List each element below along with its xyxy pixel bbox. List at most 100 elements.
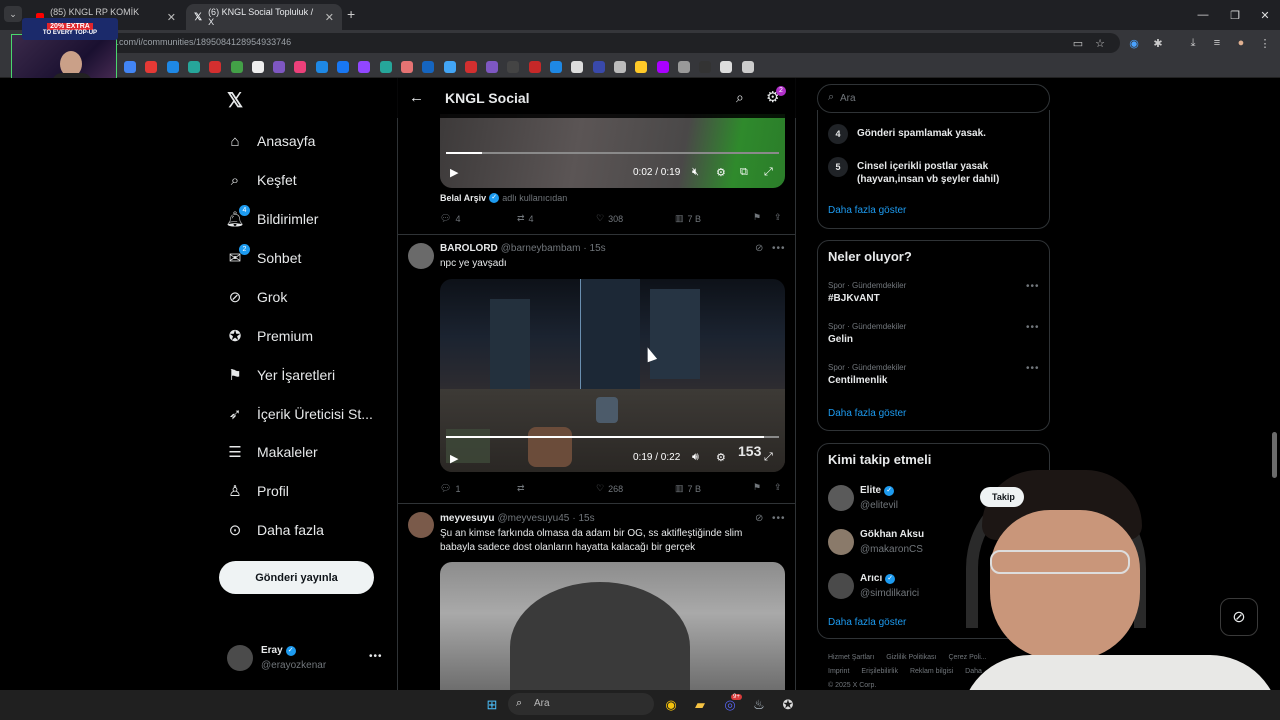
footer-link[interactable]: Imprint — [828, 668, 849, 675]
bookmark-favicon-icon[interactable] — [145, 61, 158, 73]
file-explorer-icon[interactable]: ▰ — [690, 695, 710, 715]
account-switcher[interactable]: Eray ✓ @erayozkenar ••• — [219, 640, 389, 680]
bookmark-favicon-icon[interactable] — [613, 61, 626, 73]
bookmark-favicon-icon[interactable] — [592, 61, 605, 73]
trend-item[interactable]: Spor · Gündemdekiler Gelin ••• — [828, 322, 1040, 354]
bookmark-favicon-icon[interactable] — [358, 61, 371, 73]
tweet-author-name[interactable]: BAROLORD — [440, 243, 498, 254]
extension-vpn-icon[interactable]: ◉ — [1126, 35, 1142, 51]
video-player[interactable]: ▶ 0:19 / 0:22 🔊︎ ⚙ 153 ⤢ — [440, 279, 785, 472]
bookmark-favicon-icon[interactable] — [486, 61, 499, 73]
bookmark-favicon-icon[interactable] — [550, 61, 562, 73]
pip-icon[interactable]: ⧉ — [740, 166, 748, 179]
bookmark-favicon-icon[interactable] — [337, 61, 349, 73]
tweet-time[interactable]: · 15s — [572, 513, 594, 524]
sidebar-item-0[interactable]: ⌂ Anasayfa — [226, 130, 315, 152]
views-button[interactable]: ▥ 7 B — [675, 483, 701, 494]
bookmark-favicon-icon[interactable] — [273, 61, 286, 73]
scrollbar-thumb[interactable] — [1272, 432, 1277, 478]
more-options-icon[interactable]: ••• — [369, 651, 383, 662]
more-options-icon[interactable]: ••• — [1026, 322, 1040, 333]
bookmark-favicon-icon[interactable] — [315, 61, 328, 73]
share-icon[interactable]: ⇪ — [774, 212, 782, 223]
trend-item[interactable]: Spor · Gündemdekiler Centilmenlik ••• — [828, 363, 1040, 395]
extensions-icon[interactable]: ✱ — [1150, 35, 1166, 51]
sidebar-item-6[interactable]: ⚑ Yer İşaretleri — [226, 364, 335, 386]
search-icon[interactable]: ⌕ — [736, 89, 744, 106]
bookmark-favicon-icon[interactable] — [464, 61, 477, 73]
rules-show-more-link[interactable]: Daha fazla göster — [828, 205, 906, 216]
tweet-author-handle[interactable]: @meyvesuyu45 — [497, 513, 569, 524]
close-icon[interactable]: ✕ — [325, 11, 334, 24]
bookmark-favicon-icon[interactable] — [400, 61, 413, 73]
bookmark-favicon-icon[interactable] — [720, 61, 733, 73]
settings-icon[interactable]: ⚙ — [716, 451, 726, 464]
window-close-button[interactable]: ✕ — [1248, 0, 1280, 30]
settings-icon[interactable]: ⚙ — [716, 166, 726, 179]
footer-link[interactable]: Gizlilik Politikası — [886, 654, 936, 661]
volume-icon[interactable]: 🔊︎ — [692, 451, 699, 464]
star-icon[interactable]: ☆ — [1092, 35, 1108, 51]
bookmark-favicon-icon[interactable] — [422, 61, 435, 73]
more-options-icon[interactable]: ••• — [1026, 363, 1040, 374]
sidebar-item-3[interactable]: ✉ 2 Sohbet — [226, 244, 301, 269]
bookmark-favicon-icon[interactable] — [699, 61, 712, 73]
bookmark-favicon-icon[interactable] — [741, 61, 754, 73]
bookmark-favicon-icon[interactable] — [379, 61, 392, 73]
install-icon[interactable]: ▭ — [1070, 35, 1086, 51]
reply-button[interactable]: 💬︎ 4 — [440, 213, 460, 224]
sidebar-item-2[interactable]: 🔔︎ 4 Bildirimler — [225, 205, 318, 230]
trends-show-more-link[interactable]: Daha fazla göster — [828, 408, 906, 419]
more-options-icon[interactable]: ••• — [772, 513, 786, 524]
close-icon[interactable]: ✕ — [167, 11, 176, 24]
more-options-icon[interactable]: ••• — [1026, 281, 1040, 292]
post-button[interactable]: Gönderi yayınla — [219, 561, 374, 594]
avatar[interactable] — [408, 243, 434, 269]
retweet-button[interactable]: ⇄ 4 — [517, 213, 534, 224]
follow-button[interactable]: Takip — [980, 487, 1024, 507]
like-button[interactable]: ♡ 268 — [596, 483, 623, 494]
bookmark-favicon-icon[interactable] — [124, 61, 136, 73]
sidebar-item-5[interactable]: ✪ Premium — [226, 325, 313, 347]
mute-icon[interactable]: 🔇︎ — [692, 166, 699, 179]
taskbar-search[interactable]: ⌕ Ara — [508, 693, 654, 715]
search-box[interactable]: ⌕ Ara — [817, 84, 1050, 113]
grok-icon[interactable]: ⊘ — [755, 243, 764, 254]
app-icon[interactable]: ✪ — [778, 695, 798, 715]
sidebar-item-10[interactable]: ⊙ Daha fazla — [226, 519, 324, 541]
grok-floating-button[interactable]: ⊘ — [1220, 598, 1258, 636]
tweet-time[interactable]: · 15s — [583, 243, 605, 254]
bookmark-icon[interactable]: ⚑ — [753, 212, 761, 223]
sidebar-item-4[interactable]: ⊘ Grok — [226, 286, 288, 308]
reply-button[interactable]: 💬︎ 1 — [440, 483, 460, 494]
play-icon[interactable]: ▶ — [450, 452, 458, 465]
share-icon[interactable]: ⇪ — [774, 482, 782, 493]
bookmark-favicon-icon[interactable] — [507, 61, 520, 73]
bookmark-favicon-icon[interactable] — [187, 61, 200, 73]
download-icon[interactable]: ⤓ — [1185, 35, 1201, 51]
bookmark-favicon-icon[interactable] — [251, 61, 264, 73]
avatar[interactable] — [408, 512, 434, 538]
steam-icon[interactable]: ♨ — [749, 695, 769, 715]
windows-start-icon[interactable]: ⊞ — [482, 695, 502, 715]
bookmark-favicon-icon[interactable] — [166, 61, 179, 73]
sidebar-item-7[interactable]: ➶ İçerik Üreticisi St... — [226, 403, 373, 425]
bookmark-favicon-icon[interactable] — [230, 61, 243, 73]
video-player[interactable]: ▶ 0:02 / 0:19 🔇︎ ⚙ ⧉ ⤢ — [440, 114, 785, 188]
maximize-button[interactable]: ❐ — [1218, 0, 1252, 30]
bookmark-favicon-icon[interactable] — [443, 61, 456, 73]
minimize-button[interactable]: — — [1186, 0, 1220, 30]
tab-search-button[interactable]: ⌄ — [4, 6, 22, 22]
fullscreen-icon[interactable]: ⤢ — [764, 451, 773, 464]
footer-link[interactable]: Reklam bilgisi — [910, 668, 953, 675]
more-options-icon[interactable]: ••• — [772, 243, 786, 254]
back-arrow-icon[interactable]: ← — [409, 89, 424, 106]
tab-x[interactable]: 𝕏 (6) KNGL Social Topluluk / X ✕ — [186, 4, 342, 30]
grok-icon[interactable]: ⊘ — [755, 513, 764, 524]
bookmark-favicon-icon[interactable] — [209, 61, 222, 73]
views-button[interactable]: ▥ 7 B — [675, 213, 701, 224]
bookmark-icon[interactable]: ⚑ — [753, 482, 761, 493]
x-logo-icon[interactable]: 𝕏 — [227, 88, 243, 113]
menu-icon[interactable]: ⋮ — [1257, 35, 1273, 51]
bookmark-favicon-icon[interactable] — [656, 61, 669, 73]
